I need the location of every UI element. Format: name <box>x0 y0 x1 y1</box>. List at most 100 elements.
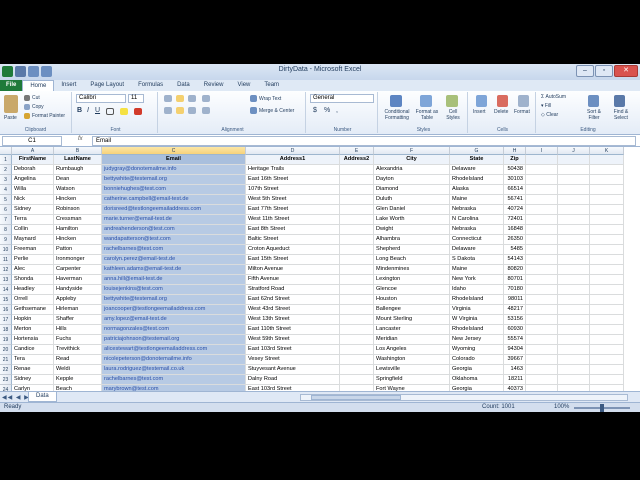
cell[interactable]: Delaware <box>450 165 504 175</box>
cell[interactable]: Delaware <box>450 245 504 255</box>
insert-cells-button[interactable]: Insert <box>473 109 486 115</box>
cell[interactable]: 98011 <box>504 295 526 305</box>
cell[interactable] <box>558 175 590 185</box>
row-header[interactable]: 10 <box>0 245 12 255</box>
format-cells-button[interactable]: Format <box>514 109 530 115</box>
cell[interactable] <box>590 305 624 315</box>
cell[interactable]: 80820 <box>504 265 526 275</box>
cell[interactable]: Ironmonger <box>54 255 102 265</box>
cell[interactable] <box>590 345 624 355</box>
column-header-i[interactable]: I <box>526 147 558 155</box>
header-cell[interactable]: LastName <box>54 155 102 165</box>
cell[interactable]: W Virginia <box>450 315 504 325</box>
cell[interactable] <box>558 185 590 195</box>
cell[interactable] <box>526 195 558 205</box>
cell[interactable]: Glen Daniel <box>374 205 450 215</box>
cell[interactable]: laura.rodriguez@testemail.co.uk <box>102 365 246 375</box>
row-header[interactable]: 7 <box>0 215 12 225</box>
tab-data[interactable]: Data <box>170 80 197 91</box>
cell[interactable] <box>340 325 374 335</box>
cell[interactable] <box>558 215 590 225</box>
cell[interactable]: Virginia <box>450 305 504 315</box>
cell[interactable]: 66514 <box>504 185 526 195</box>
cell[interactable] <box>340 295 374 305</box>
cell[interactable]: S Dakota <box>450 255 504 265</box>
cell[interactable] <box>340 245 374 255</box>
cell[interactable] <box>526 295 558 305</box>
cell[interactable]: Shonda <box>12 275 54 285</box>
cell[interactable] <box>590 185 624 195</box>
cell[interactable]: Alec <box>12 265 54 275</box>
clear-button[interactable]: ◇ Clear <box>541 112 558 118</box>
cell[interactable] <box>590 195 624 205</box>
comma-button[interactable]: , <box>336 107 338 114</box>
cell[interactable]: West 59th Street <box>246 335 340 345</box>
cell[interactable]: N Carolina <box>450 215 504 225</box>
cell[interactable] <box>526 375 558 385</box>
cell[interactable] <box>558 155 590 165</box>
cell[interactable]: Lewisville <box>374 365 450 375</box>
cell[interactable]: Shaffer <box>54 315 102 325</box>
cell[interactable] <box>340 205 374 215</box>
cell[interactable] <box>590 205 624 215</box>
cell[interactable]: New Jersey <box>450 335 504 345</box>
cell[interactable]: bonniehughes@test.com <box>102 185 246 195</box>
zoom-slider[interactable] <box>574 404 630 412</box>
cell[interactable]: Long Beach <box>374 255 450 265</box>
cell[interactable]: Maine <box>450 195 504 205</box>
cell[interactable]: Watson <box>54 185 102 195</box>
borders-icon[interactable] <box>106 108 114 115</box>
close-button[interactable]: ✕ <box>614 65 638 77</box>
cell[interactable]: Los Angeles <box>374 345 450 355</box>
fx-icon[interactable]: fx <box>78 136 83 142</box>
cell[interactable] <box>558 225 590 235</box>
column-header-a[interactable]: A <box>12 147 54 155</box>
cell[interactable]: 18211 <box>504 375 526 385</box>
cell[interactable]: Handyside <box>54 285 102 295</box>
cell[interactable] <box>526 225 558 235</box>
cell[interactable]: patriciajohnson@testemail.org <box>102 335 246 345</box>
cell[interactable]: West 43rd Street <box>246 305 340 315</box>
cell[interactable]: 26350 <box>504 235 526 245</box>
cell[interactable]: Dwight <box>374 225 450 235</box>
cell[interactable] <box>558 335 590 345</box>
column-header-b[interactable]: B <box>54 147 102 155</box>
cell[interactable]: Weldi <box>54 365 102 375</box>
cell[interactable] <box>590 365 624 375</box>
select-all-corner[interactable] <box>0 147 12 155</box>
cell[interactable]: Stuyvesant Avenue <box>246 365 340 375</box>
cell[interactable]: 107th Street <box>246 185 340 195</box>
paste-button[interactable]: Paste <box>4 115 17 121</box>
header-cell[interactable]: City <box>374 155 450 165</box>
cell[interactable] <box>558 325 590 335</box>
cell[interactable]: Alexandria <box>374 165 450 175</box>
cell[interactable]: carolyn.perez@email-test.de <box>102 255 246 265</box>
cell[interactable]: Willa <box>12 185 54 195</box>
cell[interactable] <box>590 175 624 185</box>
cell[interactable]: Ballengee <box>374 305 450 315</box>
row-header[interactable]: 4 <box>0 185 12 195</box>
row-header[interactable]: 17 <box>0 315 12 325</box>
cell[interactable]: Milton Avenue <box>246 265 340 275</box>
row-header[interactable]: 1 <box>0 155 12 165</box>
tab-insert[interactable]: Insert <box>54 80 83 91</box>
cell[interactable]: Heritage Trails <box>246 165 340 175</box>
cell[interactable]: andreahenderson@test.com <box>102 225 246 235</box>
cell[interactable] <box>590 275 624 285</box>
cell[interactable]: Haverman <box>54 275 102 285</box>
cell[interactable]: Springfield <box>374 375 450 385</box>
cell[interactable]: East 16th Street <box>246 175 340 185</box>
cell[interactable] <box>558 165 590 175</box>
column-header-h[interactable]: H <box>504 147 526 155</box>
cell[interactable]: Mindenmines <box>374 265 450 275</box>
cell[interactable]: Nebraska <box>450 205 504 215</box>
cell[interactable]: Colorado <box>450 355 504 365</box>
fill-button[interactable]: ▾ Fill <box>541 103 551 109</box>
tab-file[interactable]: File <box>0 80 23 91</box>
cell[interactable]: 1463 <box>504 365 526 375</box>
align-center-icon[interactable] <box>176 107 184 114</box>
cell[interactable]: 80701 <box>504 275 526 285</box>
cell[interactable] <box>526 335 558 345</box>
cell[interactable]: catherine.campbell@email-test.de <box>102 195 246 205</box>
find-select-button[interactable]: Find & Select <box>608 109 634 121</box>
